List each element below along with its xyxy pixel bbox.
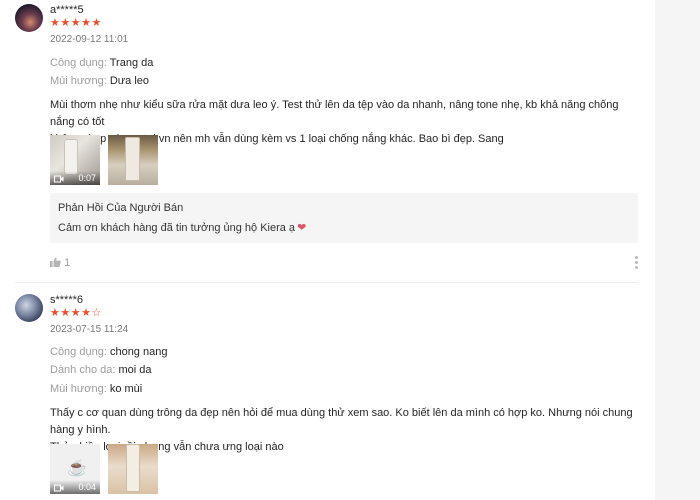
rating-stars: ★★★★★	[50, 16, 102, 29]
attribute-key: Dành cho da:	[50, 364, 116, 376]
review-video-thumbnail[interactable]: ☕ 0:04	[50, 444, 100, 494]
more-vertical-icon[interactable]	[633, 256, 639, 270]
reviews-panel: a*****5 ★★★★★ 2022-09-12 11:01 Công dụng…	[0, 0, 655, 500]
attribute-value: Dưa leo	[109, 75, 150, 87]
review-video-thumbnail[interactable]: 0:07	[50, 135, 100, 185]
photo-preview	[108, 135, 158, 185]
review-photo-thumbnail[interactable]	[108, 135, 158, 185]
attribute-value: Trang da	[109, 57, 154, 69]
attribute-row: Mùi hương: Dưa leo	[50, 75, 149, 87]
review-username: s*****6	[50, 294, 84, 306]
attribute-key: Công dụng:	[50, 57, 107, 69]
attribute-value: moi da	[118, 364, 152, 376]
attribute-value: ko mùi	[109, 383, 143, 395]
rating-stars: ★★★★☆	[50, 306, 102, 319]
divider	[15, 282, 638, 283]
attribute-row: Dành cho da: moi da	[50, 364, 152, 376]
comment-line: Thấy c cơ quan dùng trông da đẹp nên hỏi…	[50, 407, 633, 436]
seller-reply-text: Cảm ơn khách hàng đã tin tưởng ủng hộ Ki…	[58, 222, 296, 234]
video-duration: 0:04	[78, 482, 96, 492]
attribute-key: Mùi hương:	[50, 75, 107, 87]
attribute-key: Công dụng:	[50, 346, 107, 358]
review-timestamp: 2023-07-15 11:24	[50, 324, 129, 335]
video-duration: 0:07	[78, 173, 96, 183]
empty-stars: ☆	[91, 307, 102, 319]
seller-reply-message: Cảm ơn khách hàng đã tin tưởng ủng hộ Ki…	[58, 221, 306, 234]
video-camera-icon	[54, 175, 64, 183]
attribute-value: chong nang	[109, 346, 168, 358]
like-button[interactable]: 1	[50, 257, 70, 269]
filled-stars: ★★★★★	[50, 17, 102, 29]
review-timestamp: 2022-09-12 11:01	[50, 34, 129, 45]
review-username: a*****5	[50, 4, 84, 16]
cup-icon: ☕	[67, 460, 87, 477]
page-side-gutter	[655, 0, 700, 500]
filled-stars: ★★★★	[50, 307, 92, 319]
comment-line: Mùi thơm nhẹ như kiểu sữa rửa mặt dưa le…	[50, 99, 619, 128]
review-photo-thumbnail[interactable]	[108, 444, 158, 494]
like-count: 1	[64, 257, 71, 269]
avatar[interactable]	[15, 4, 43, 32]
photo-preview	[108, 444, 158, 494]
attribute-row: Công dụng: Trang da	[50, 57, 153, 69]
avatar[interactable]	[15, 294, 43, 322]
attribute-row: Mùi hương: ko mùi	[50, 383, 142, 395]
attribute-key: Mùi hương:	[50, 383, 107, 395]
seller-reply-title: Phản Hồi Của Người Bán	[58, 202, 184, 214]
video-camera-icon	[54, 484, 64, 492]
attribute-row: Công dụng: chong nang	[50, 346, 167, 358]
thumbs-up-icon	[50, 257, 61, 267]
heart-icon: ❤	[297, 222, 307, 234]
seller-reply: Phản Hồi Của Người Bán Cảm ơn khách hàng…	[50, 193, 638, 243]
